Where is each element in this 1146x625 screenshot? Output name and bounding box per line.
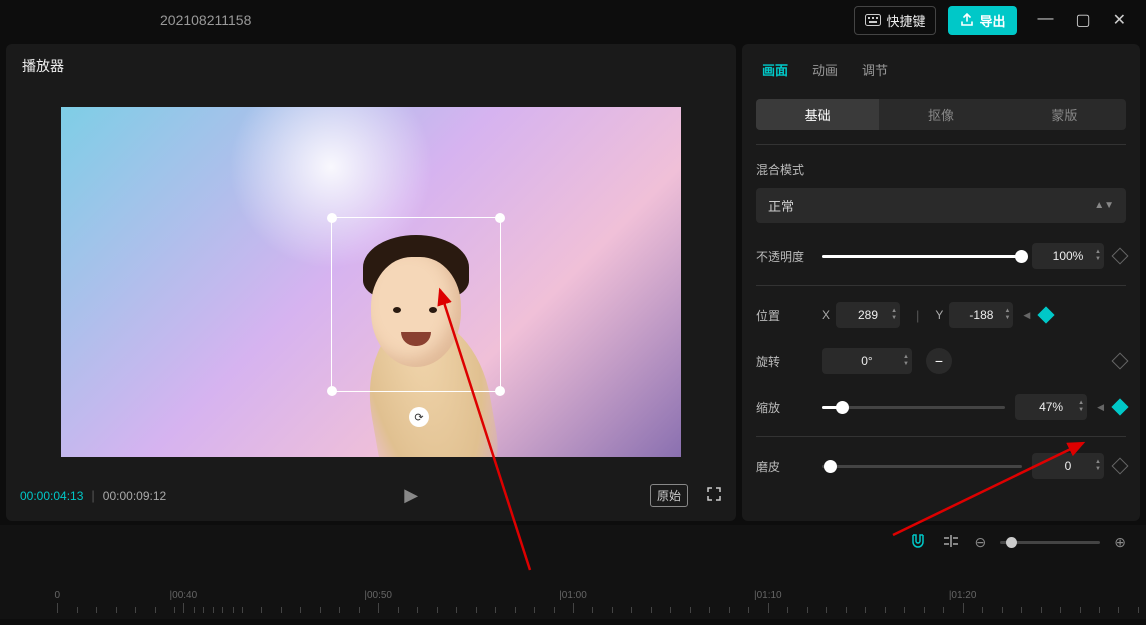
rotation-keyframe[interactable] [1112,353,1129,370]
smooth-skin-keyframe[interactable] [1112,458,1129,475]
shortcuts-label: 快捷键 [886,11,925,30]
title-bar: 202108211158 快捷键 导出 — ▢ ✕ [0,0,1146,40]
opacity-keyframe[interactable] [1112,248,1129,265]
resize-handle-br[interactable] [495,386,505,396]
smooth-skin-slider[interactable] [822,465,1022,468]
ruler-label: |01:20 [949,590,977,601]
smooth-skin-value[interactable]: 0▲▼ [1032,453,1104,479]
play-button[interactable]: ▶ [404,485,418,506]
shortcuts-button[interactable]: 快捷键 [854,6,936,35]
resize-handle-tr[interactable] [495,213,505,223]
minimize-button[interactable]: — [1037,10,1053,30]
timeline[interactable]: ⊖ ⊕ 0 |00:40 |00:50 |01:00 |01:10 |01:20 [0,525,1146,619]
ruler-label: |00:40 [170,590,198,601]
opacity-label: 不透明度 [756,248,812,265]
tab-adjust[interactable]: 调节 [862,60,888,79]
video-preview[interactable]: ⟳ [61,107,681,457]
pos-x-input[interactable]: 289▲▼ [836,302,900,328]
scale-value[interactable]: 47%▲▼ [1015,394,1087,420]
pos-y-label: Y [935,308,943,322]
opacity-value[interactable]: 100% ▲▼ [1032,243,1104,269]
scale-slider[interactable] [822,406,1005,409]
chevron-down-icon: ▲▼ [1094,200,1114,211]
ruler-label: |01:00 [559,590,587,601]
zoom-in-button[interactable]: ⊕ [1114,534,1126,551]
blend-mode-value: 正常 [768,196,794,215]
keyboard-icon [865,14,881,26]
scale-label: 缩放 [756,399,812,416]
position-label: 位置 [756,307,812,324]
properties-panel: 画面 动画 调节 基础 抠像 蒙版 混合模式 正常 ▲▼ 不透明度 100% [742,44,1140,521]
canvas-area[interactable]: ⟳ [6,88,736,476]
timeline-ruler[interactable]: 0 |00:40 |00:50 |01:00 |01:10 |01:20 [0,577,1146,613]
close-button[interactable]: ✕ [1113,10,1126,30]
export-button[interactable]: 导出 [948,6,1017,35]
time-current: 00:00:04:13 [20,489,83,503]
zoom-out-button[interactable]: ⊖ [975,534,987,551]
resize-handle-bl[interactable] [327,386,337,396]
subtab-basic[interactable]: 基础 [756,99,879,130]
rotation-label: 旋转 [756,353,812,370]
project-title: 202108211158 [160,12,251,28]
player-header: 播放器 [6,44,736,88]
ruler-label: |00:50 [364,590,392,601]
rotation-input[interactable]: 0°▲▼ [822,348,912,374]
export-label: 导出 [979,11,1005,30]
pos-y-input[interactable]: -188▲▼ [949,302,1013,328]
subtab-cutout[interactable]: 抠像 [879,99,1002,130]
blend-mode-dropdown[interactable]: 正常 ▲▼ [756,188,1126,223]
tab-picture[interactable]: 画面 [762,60,788,79]
aspect-ratio-button[interactable]: 原始 [650,484,688,507]
scale-keyframe-nav[interactable]: ◀ [1097,402,1104,413]
scale-keyframe[interactable] [1112,399,1129,416]
blend-mode-label: 混合模式 [756,161,1126,178]
ruler-label: |01:10 [754,590,782,601]
position-keyframe[interactable] [1038,307,1055,324]
opacity-slider[interactable] [822,255,1022,258]
resize-handle-tl[interactable] [327,213,337,223]
align-tool[interactable] [941,534,961,551]
ruler-label: 0 [55,590,61,601]
subtab-mask[interactable]: 蒙版 [1003,99,1126,130]
zoom-slider[interactable] [1000,541,1100,544]
maximize-button[interactable]: ▢ [1075,10,1090,30]
export-icon [960,13,974,27]
position-keyframe-nav[interactable]: ◀ [1023,310,1030,321]
smooth-skin-label: 磨皮 [756,458,812,475]
magnet-tool[interactable] [909,533,927,552]
tab-animation[interactable]: 动画 [812,60,838,79]
property-tabs: 画面 动画 调节 [742,56,1140,91]
player-panel: 播放器 ⟳ 00:00:04:13 | 00:00:09: [6,44,736,521]
fullscreen-button[interactable] [706,486,722,505]
selection-box[interactable] [331,217,501,392]
pos-x-label: X [822,308,830,322]
rotation-dial[interactable]: − [926,348,952,374]
sub-tabs: 基础 抠像 蒙版 [756,99,1126,130]
time-total: 00:00:09:12 [103,489,166,503]
rotate-handle[interactable]: ⟳ [409,407,429,427]
